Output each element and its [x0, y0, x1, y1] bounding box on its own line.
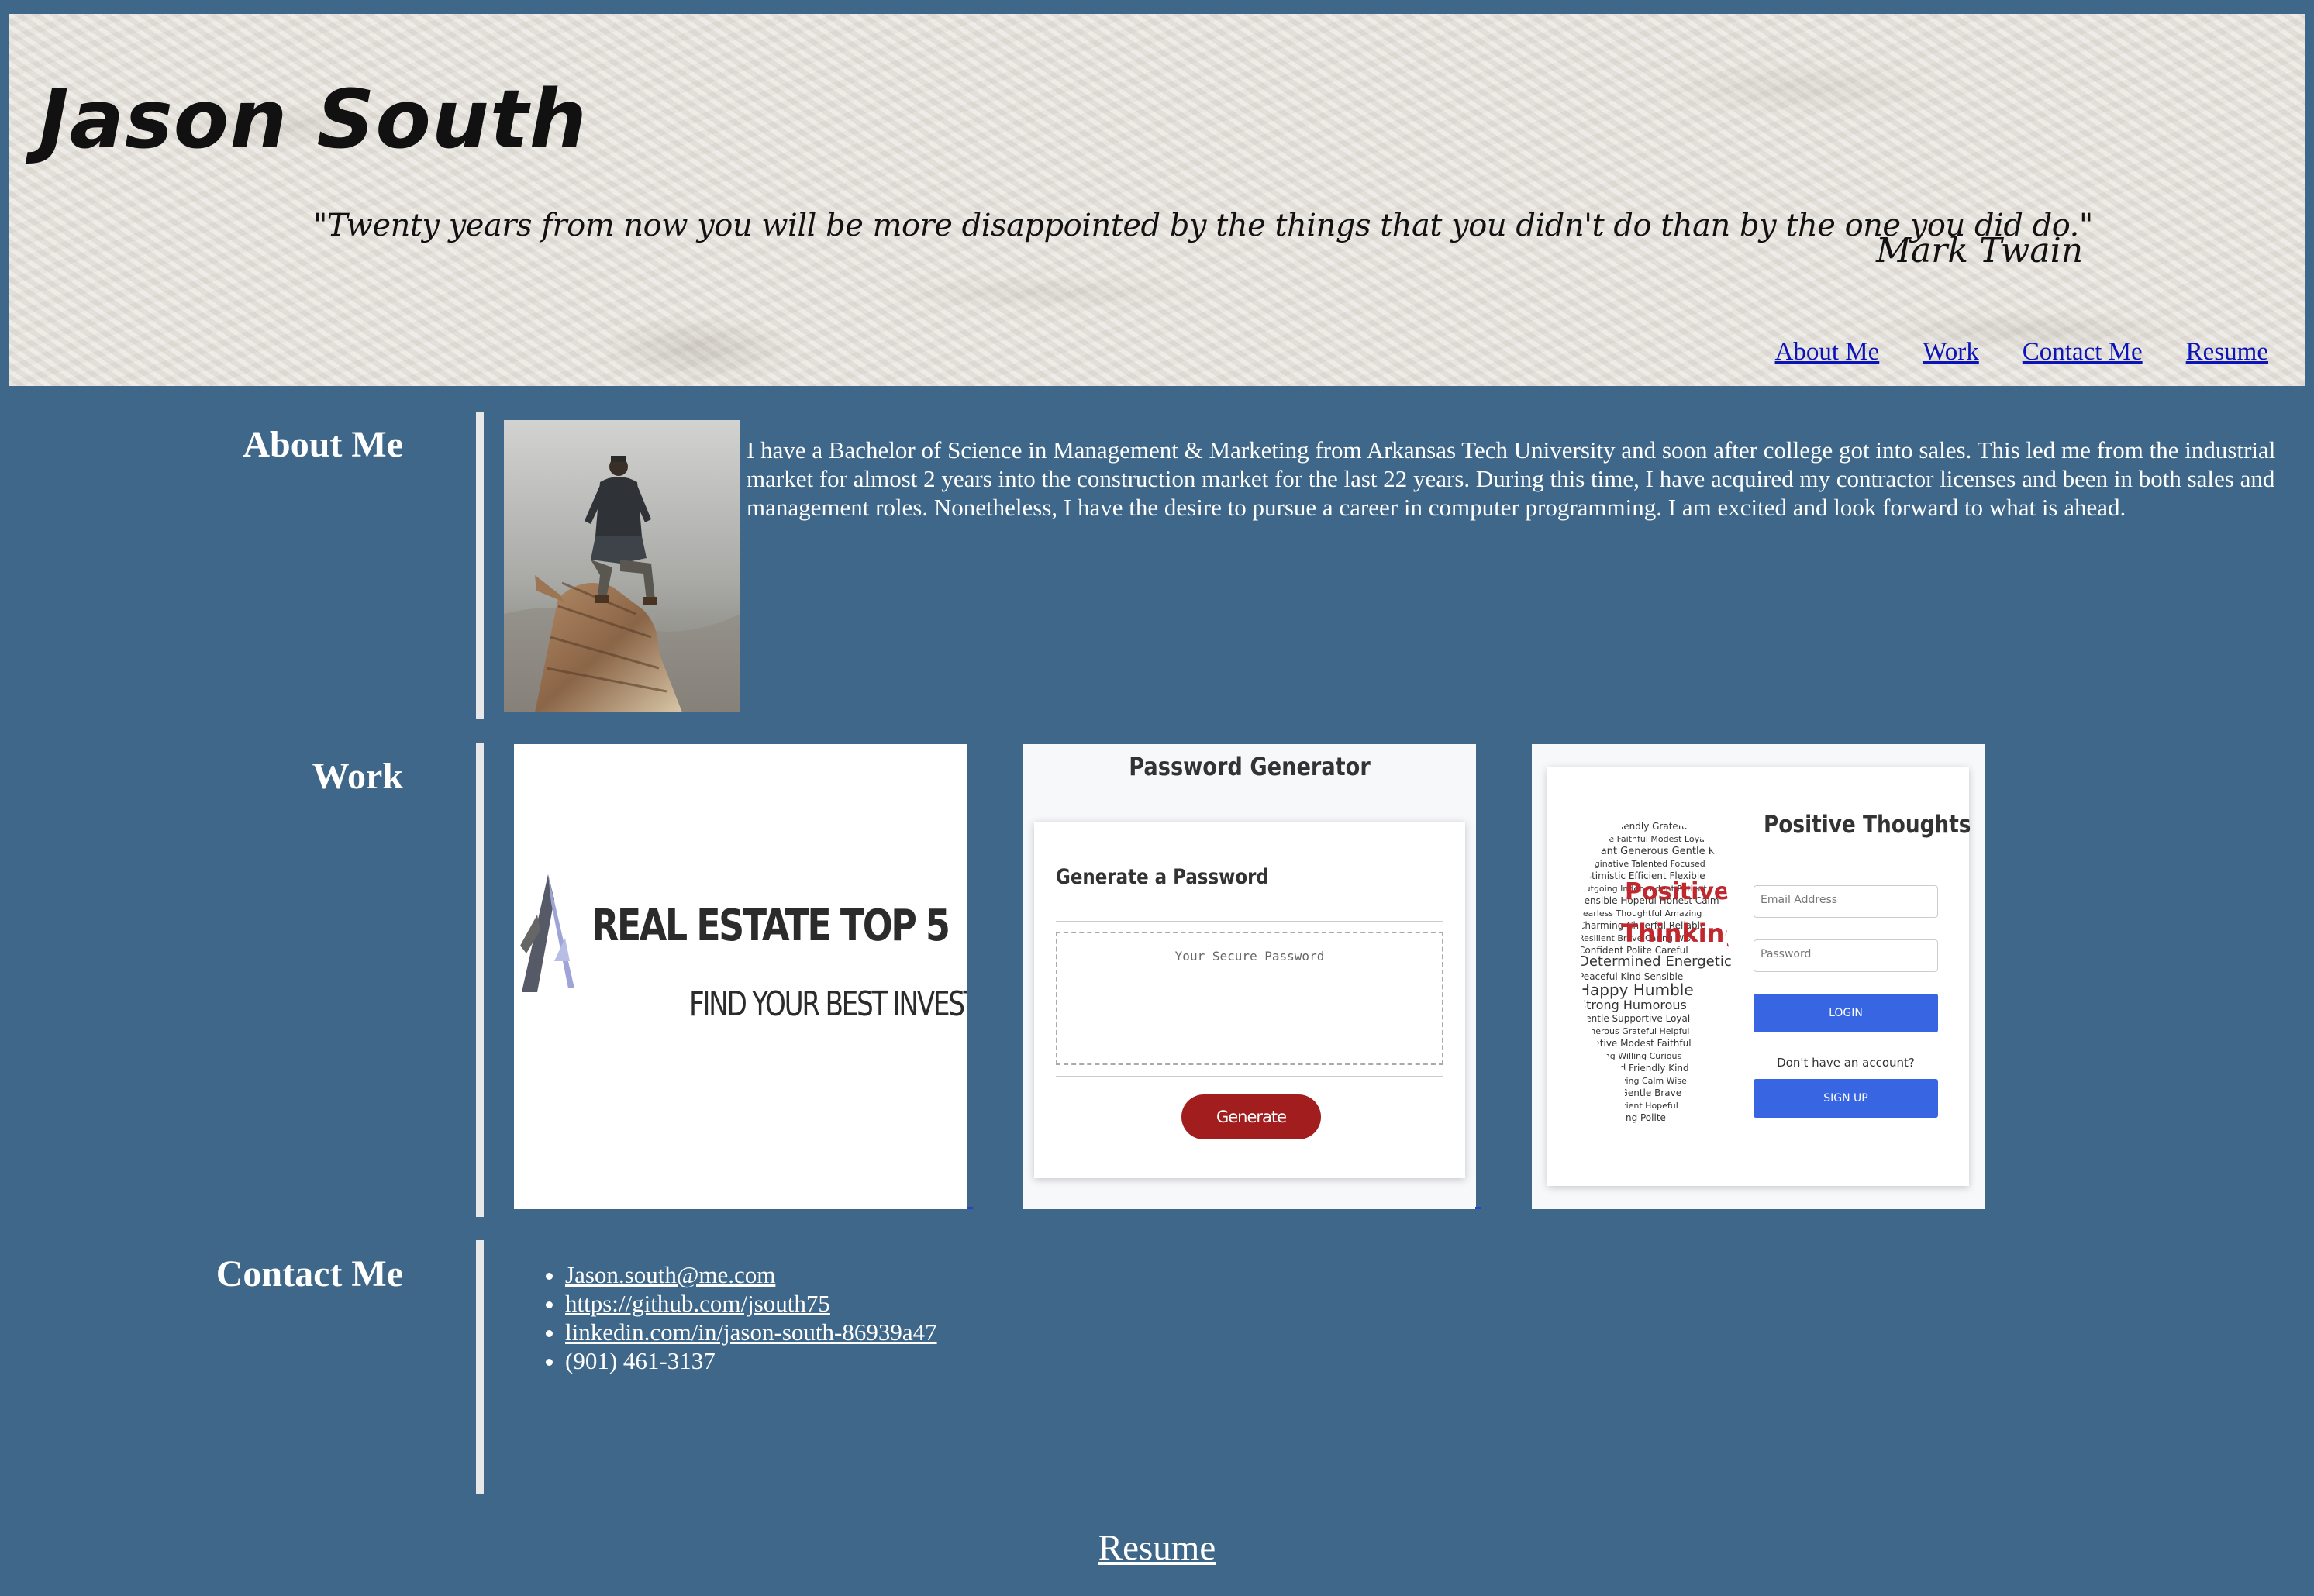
- login-card: Willing Friendly Grateful Loving Creativ…: [1547, 767, 1971, 1186]
- svg-text:Strong Humorous: Strong Humorous: [1578, 998, 1687, 1012]
- site-header: Jason South "Twenty years from now you w…: [9, 14, 2305, 386]
- card-divider: [1056, 1076, 1443, 1077]
- contact-divider: [476, 1240, 484, 1494]
- no-account-text: Don't have an account?: [1777, 1056, 1915, 1070]
- password-output[interactable]: Your Secure Password: [1056, 932, 1443, 1065]
- contact-item-linkedin: linkedin.com/in/jason-south-86939a47: [565, 1318, 937, 1346]
- nav-link-about-me[interactable]: About Me: [1775, 338, 1880, 367]
- nav-link-resume[interactable]: Resume: [2186, 338, 2268, 367]
- password-card: Generate a Password Your Secure Password…: [1034, 822, 1465, 1178]
- work-divider: [476, 743, 484, 1217]
- svg-text:Dedicated Friendly Kind: Dedicated Friendly Kind: [1578, 1063, 1689, 1074]
- project-title: Positive Thoughts: [1764, 811, 1971, 839]
- svg-text:Joyful Caring Polite: Joyful Caring Polite: [1578, 1112, 1666, 1123]
- email-placeholder: Email Address: [1761, 894, 1838, 906]
- project-title: REAL ESTATE TOP 5: [591, 901, 950, 951]
- svg-text:Fearless Thoughtful Amazing: Fearless Thoughtful Amazing: [1578, 908, 1702, 919]
- svg-text:Happy Humble: Happy Humble: [1578, 981, 1694, 999]
- work-card-positive-thoughts[interactable]: Willing Friendly Grateful Loving Creativ…: [1532, 744, 1985, 1209]
- profile-photo: [504, 420, 740, 712]
- svg-text:Graceful Gentle Brave: Graceful Gentle Brave: [1578, 1088, 1681, 1098]
- svg-text:Willing Friendly Grateful Lovi: Willing Friendly Grateful Loving: [1578, 821, 1723, 832]
- svg-text:Sincere Patient Hopeful: Sincere Patient Hopeful: [1578, 1101, 1678, 1111]
- svg-text:Thinking: Thinking: [1621, 919, 1742, 948]
- contact-item-phone: (901) 461-3137: [565, 1346, 937, 1375]
- phone-number: (901) 461-3137: [565, 1347, 716, 1374]
- card-divider: [1056, 921, 1443, 922]
- svg-text:Amazing Willing Curious: Amazing Willing Curious: [1578, 1051, 1682, 1061]
- about-divider: [476, 412, 484, 719]
- signup-button[interactable]: SIGN UP: [1754, 1079, 1938, 1118]
- svg-text:Creative Modest Faithful: Creative Modest Faithful: [1578, 1038, 1692, 1049]
- svg-text:Generous Grateful Helpful: Generous Grateful Helpful: [1578, 1026, 1689, 1036]
- svg-text:Positive: Positive: [1625, 878, 1729, 905]
- work-card-real-estate[interactable]: REAL ESTATE TOP 5 FIND YOUR BEST INVESTM…: [514, 744, 967, 1209]
- contact-item-github: https://github.com/jsouth75: [565, 1289, 937, 1318]
- password-placeholder: Your Secure Password: [1174, 949, 1325, 963]
- project-subtitle: FIND YOUR BEST INVESTMENT: [689, 984, 967, 1024]
- main-nav: About Me Work Contact Me Resume: [1775, 338, 2268, 367]
- contact-heading: Contact Me: [216, 1253, 403, 1294]
- head-word-cloud-icon: Willing Friendly Grateful Loving Creativ…: [1578, 820, 1742, 1124]
- linkedin-link[interactable]: linkedin.com/in/jason-south-86939a47: [565, 1319, 937, 1346]
- header-quote: "Twenty years from now you will be more …: [313, 208, 2093, 243]
- resume-link[interactable]: Resume: [1098, 1528, 1216, 1568]
- password-placeholder: Password: [1761, 948, 1812, 960]
- svg-text:Brilliant Generous Gentle Kind: Brilliant Generous Gentle Kind: [1578, 846, 1730, 857]
- work-heading: Work: [312, 756, 403, 797]
- contact-item-email: Jason.south@me.com: [565, 1260, 937, 1289]
- about-text: I have a Bachelor of Science in Manageme…: [747, 436, 2276, 521]
- contact-list: Jason.south@me.com https://github.com/js…: [525, 1260, 937, 1375]
- email-field[interactable]: Email Address: [1754, 885, 1938, 918]
- svg-text:Honest Loving Calm Wise: Honest Loving Calm Wise: [1578, 1076, 1687, 1086]
- github-link[interactable]: https://github.com/jsouth75: [565, 1290, 830, 1317]
- work-link-underline: [1475, 1207, 1481, 1209]
- generate-password-button[interactable]: Generate Password: [1181, 1094, 1321, 1171]
- site-title: Jason South: [39, 72, 588, 167]
- svg-text:Imaginative Talented Focused: Imaginative Talented Focused: [1578, 859, 1705, 869]
- password-field[interactable]: Password: [1754, 939, 1938, 972]
- svg-text:Gentle Supportive Loyal: Gentle Supportive Loyal: [1578, 1013, 1690, 1024]
- footer: Resume: [0, 1527, 2314, 1569]
- nav-link-work[interactable]: Work: [1923, 338, 1979, 367]
- work-link-underline: [967, 1207, 973, 1209]
- house-logo-icon: [514, 744, 967, 1209]
- password-card-heading: Generate a Password: [1056, 865, 1269, 889]
- email-link[interactable]: Jason.south@me.com: [565, 1261, 775, 1288]
- login-button[interactable]: LOGIN: [1754, 994, 1938, 1032]
- svg-text:Creative Faithful Modest Loyal: Creative Faithful Modest Loyal: [1578, 834, 1707, 844]
- about-heading: About Me: [243, 424, 403, 465]
- quote-author: Mark Twain: [1876, 231, 2084, 271]
- work-card-password-generator[interactable]: Password Generator Generate a Password Y…: [1023, 744, 1476, 1209]
- svg-text:Determined Energetic: Determined Energetic: [1578, 953, 1732, 970]
- nav-link-contact-me[interactable]: Contact Me: [2023, 338, 2143, 367]
- project-title: Password Generator: [1129, 752, 1371, 781]
